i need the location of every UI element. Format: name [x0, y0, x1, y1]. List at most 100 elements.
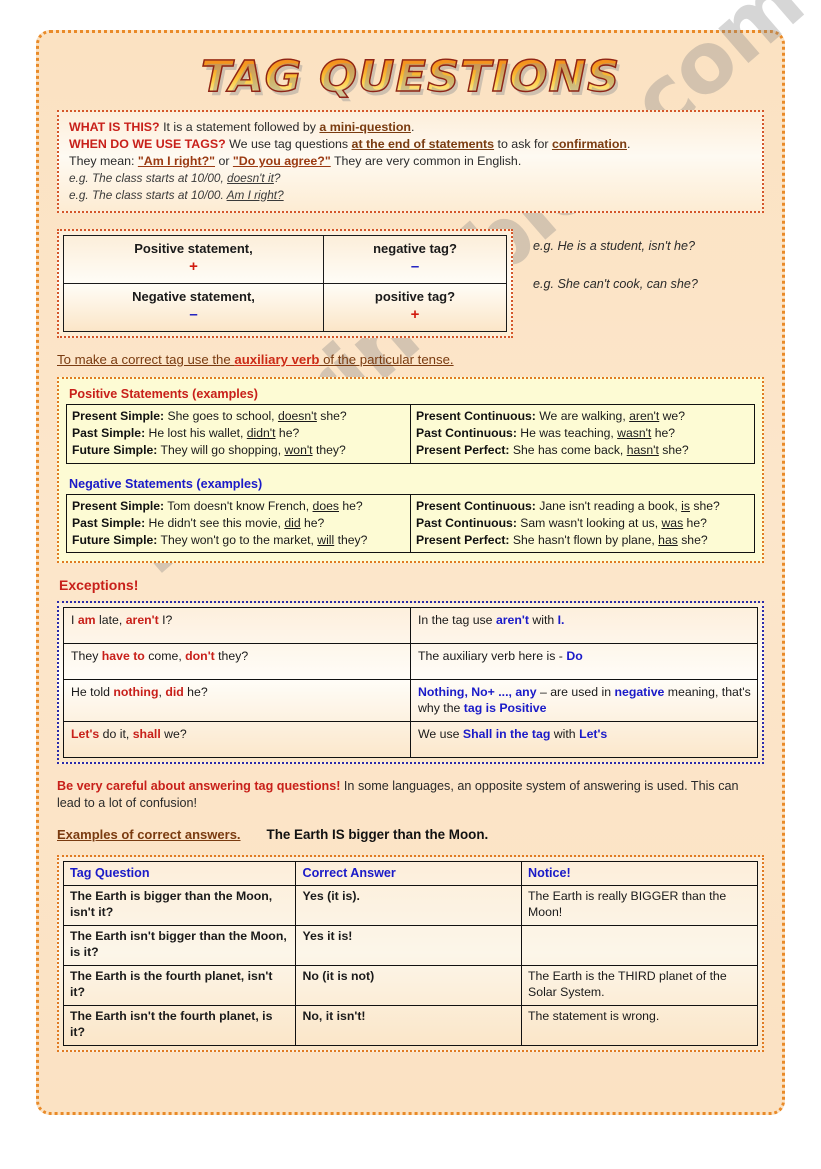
intro-line-2-text-b: to ask for — [494, 137, 552, 152]
correct-answer-cell: Yes it is! — [295, 925, 523, 967]
example-text-end: she? — [677, 532, 708, 547]
intro-line-3-end: They are very common in English. — [330, 154, 522, 169]
column-header-notice: Notice! — [521, 860, 758, 887]
intro-example-2-text: e.g. The class starts at 10/00. — [69, 187, 227, 202]
negative-statements-heading: Negative Statements (examples) — [69, 476, 263, 491]
tense-label: Future Simple: — [72, 443, 158, 458]
intro-line-2-end: . — [626, 137, 631, 152]
red-emphasis: have to — [101, 649, 145, 664]
list-item: Present Perfect: She hasn't flown by pla… — [416, 532, 750, 548]
tag-word: did — [284, 515, 301, 530]
exception-explanation-cell: The auxiliary verb here is - Do — [410, 643, 758, 681]
exception-example-cell: Let's do it, shall we? — [63, 720, 411, 758]
table-row: He told nothing, did he? Nothing, No+ ...… — [63, 679, 758, 722]
examples-of-correct-answers-label: Examples of correct answers. — [57, 826, 241, 842]
structure-statement-cell: Negative statement, – — [63, 282, 324, 332]
example-text: They will go shopping, — [157, 443, 285, 458]
answers-table: Tag Question Correct Answer Notice! The … — [62, 860, 758, 1047]
correct-answer-cell: Yes (it is). — [295, 885, 523, 927]
worksheet-page: ESLprintables.com TAG QUESTIONS WHAT IS … — [36, 0, 821, 1115]
example-text-end: he? — [683, 515, 707, 530]
intro-example-1-text: e.g. The class starts at 10/00, — [69, 171, 228, 186]
structure-statement-label: Positive statement, — [134, 240, 253, 256]
example-text: Tom doesn't know French, — [164, 498, 313, 513]
positive-examples-table: Present Simple: She goes to school, does… — [66, 403, 755, 464]
negative-examples-table: Present Simple: Tom doesn't know French,… — [66, 493, 755, 554]
tense-label: Past Continuous: — [416, 515, 517, 530]
list-item: Past Continuous: Sam wasn't looking at u… — [416, 515, 750, 531]
list-item: Present Continuous: Jane isn't reading a… — [416, 498, 750, 514]
exceptions-heading: Exceptions! — [59, 577, 139, 594]
tag-word: is — [681, 498, 690, 513]
column-header-correct-answer: Correct Answer — [295, 860, 523, 887]
intro-example-2: e.g. The class starts at 10/00. Am I rig… — [69, 187, 752, 203]
minus-symbol: – — [410, 258, 420, 276]
text-run: In the tag use — [418, 613, 496, 628]
structure-region: Positive statement, + negative tag? – Ne… — [57, 228, 764, 338]
exception-explanation-cell: In the tag use aren't with I. — [410, 607, 758, 645]
plus-symbol: + — [189, 258, 198, 276]
example-text: We are walking, — [535, 408, 630, 423]
tense-label: Present Perfect: — [416, 443, 510, 458]
answers-box: Tag Question Correct Answer Notice! The … — [57, 854, 764, 1053]
exceptions-box: I am late, aren't I? In the tag use aren'… — [57, 601, 764, 764]
example-text-end: he? — [338, 498, 363, 513]
blue-emphasis: tag is Positive — [463, 701, 547, 716]
intro-example-2-tag: Am I right? — [226, 187, 284, 202]
column-header-tag-question: Tag Question — [62, 860, 297, 887]
red-emphasis: shall — [132, 726, 161, 741]
exceptions-table: I am late, aren't I? In the tag use aren'… — [63, 607, 758, 758]
example-text-end: he? — [651, 426, 676, 441]
auxiliary-rule-line: To make a correct tag use the auxiliary … — [57, 352, 764, 367]
careful-warning-label: Be very careful about answering tag ques… — [57, 778, 341, 793]
tag-word: was — [661, 515, 684, 530]
structure-box: Positive statement, + negative tag? – Ne… — [57, 228, 513, 338]
tag-word: didn't — [246, 426, 276, 441]
text-run: late, — [95, 613, 126, 628]
table-row: The Earth isn't bigger than the Moon, is… — [62, 925, 758, 967]
blue-emphasis: negative — [614, 685, 665, 700]
text-run: – are used in — [536, 685, 615, 700]
table-header-row: Tag Question Correct Answer Notice! — [62, 860, 758, 887]
intro-example-1: e.g. The class starts at 10/00, doesn't … — [69, 170, 752, 186]
structure-example-1: e.g. He is a student, isn't he? — [533, 238, 696, 253]
what-is-this-label: WHAT IS THIS? — [69, 120, 160, 134]
tag-word: will — [317, 532, 335, 547]
table-row: The Earth isn't the fourth planet, is it… — [62, 1005, 758, 1047]
blue-emphasis: Shall in the tag — [462, 726, 551, 741]
example-text-end: they? — [334, 532, 368, 547]
intro-line-1: WHAT IS THIS? It is a statement followed… — [69, 119, 752, 136]
intro-line-1-end: . — [410, 120, 415, 134]
table-row: Present Simple: She goes to school, does… — [66, 403, 755, 464]
example-text: He lost his wallet, — [145, 426, 247, 441]
blue-emphasis: Do — [566, 649, 583, 664]
tense-label: Present Continuous: — [416, 498, 536, 513]
example-text: She has come back, — [509, 443, 627, 458]
red-emphasis: Let's — [71, 726, 100, 741]
earth-fact-statement: The Earth IS bigger than the Moon. — [266, 826, 489, 842]
example-text-end: she? — [316, 408, 347, 423]
tag-question-cell: The Earth is the fourth planet, isn't it… — [62, 965, 297, 1007]
tag-question-cell: The Earth isn't the fourth planet, is it… — [62, 1005, 297, 1047]
tense-label: Past Simple: — [72, 426, 146, 441]
text-run: They — [71, 649, 102, 664]
notice-cell: The statement is wrong. — [521, 1005, 758, 1047]
blue-emphasis: Nothing, No+ ..., any — [418, 685, 537, 700]
notice-cell: The Earth is the THIRD planet of the Sol… — [521, 965, 758, 1007]
example-text: He was teaching, — [516, 426, 618, 441]
notice-cell — [521, 925, 758, 967]
list-item: Present Continuous: We are walking, aren… — [416, 408, 750, 424]
tense-label: Present Simple: — [72, 498, 165, 513]
tense-label: Present Perfect: — [416, 532, 510, 547]
structure-tag-cell: positive tag? + — [322, 282, 508, 332]
structure-statement-label: Negative statement, — [132, 288, 255, 304]
correct-answer-cell: No (it is not) — [295, 965, 523, 1007]
tag-word: won't — [284, 443, 313, 458]
statements-panel: Positive Statements (examples) Present S… — [57, 376, 764, 564]
list-item: Future Simple: They won't go to the mark… — [72, 532, 406, 548]
list-item: Past Simple: He didn't see this movie, d… — [72, 515, 406, 531]
text-run: they? — [214, 649, 249, 664]
intro-example-1-tag: doesn't it — [227, 171, 274, 186]
structure-examples: e.g. He is a student, isn't he? e.g. She… — [513, 229, 764, 315]
positive-right-cell: Present Continuous: We are walking, aren… — [410, 403, 755, 464]
